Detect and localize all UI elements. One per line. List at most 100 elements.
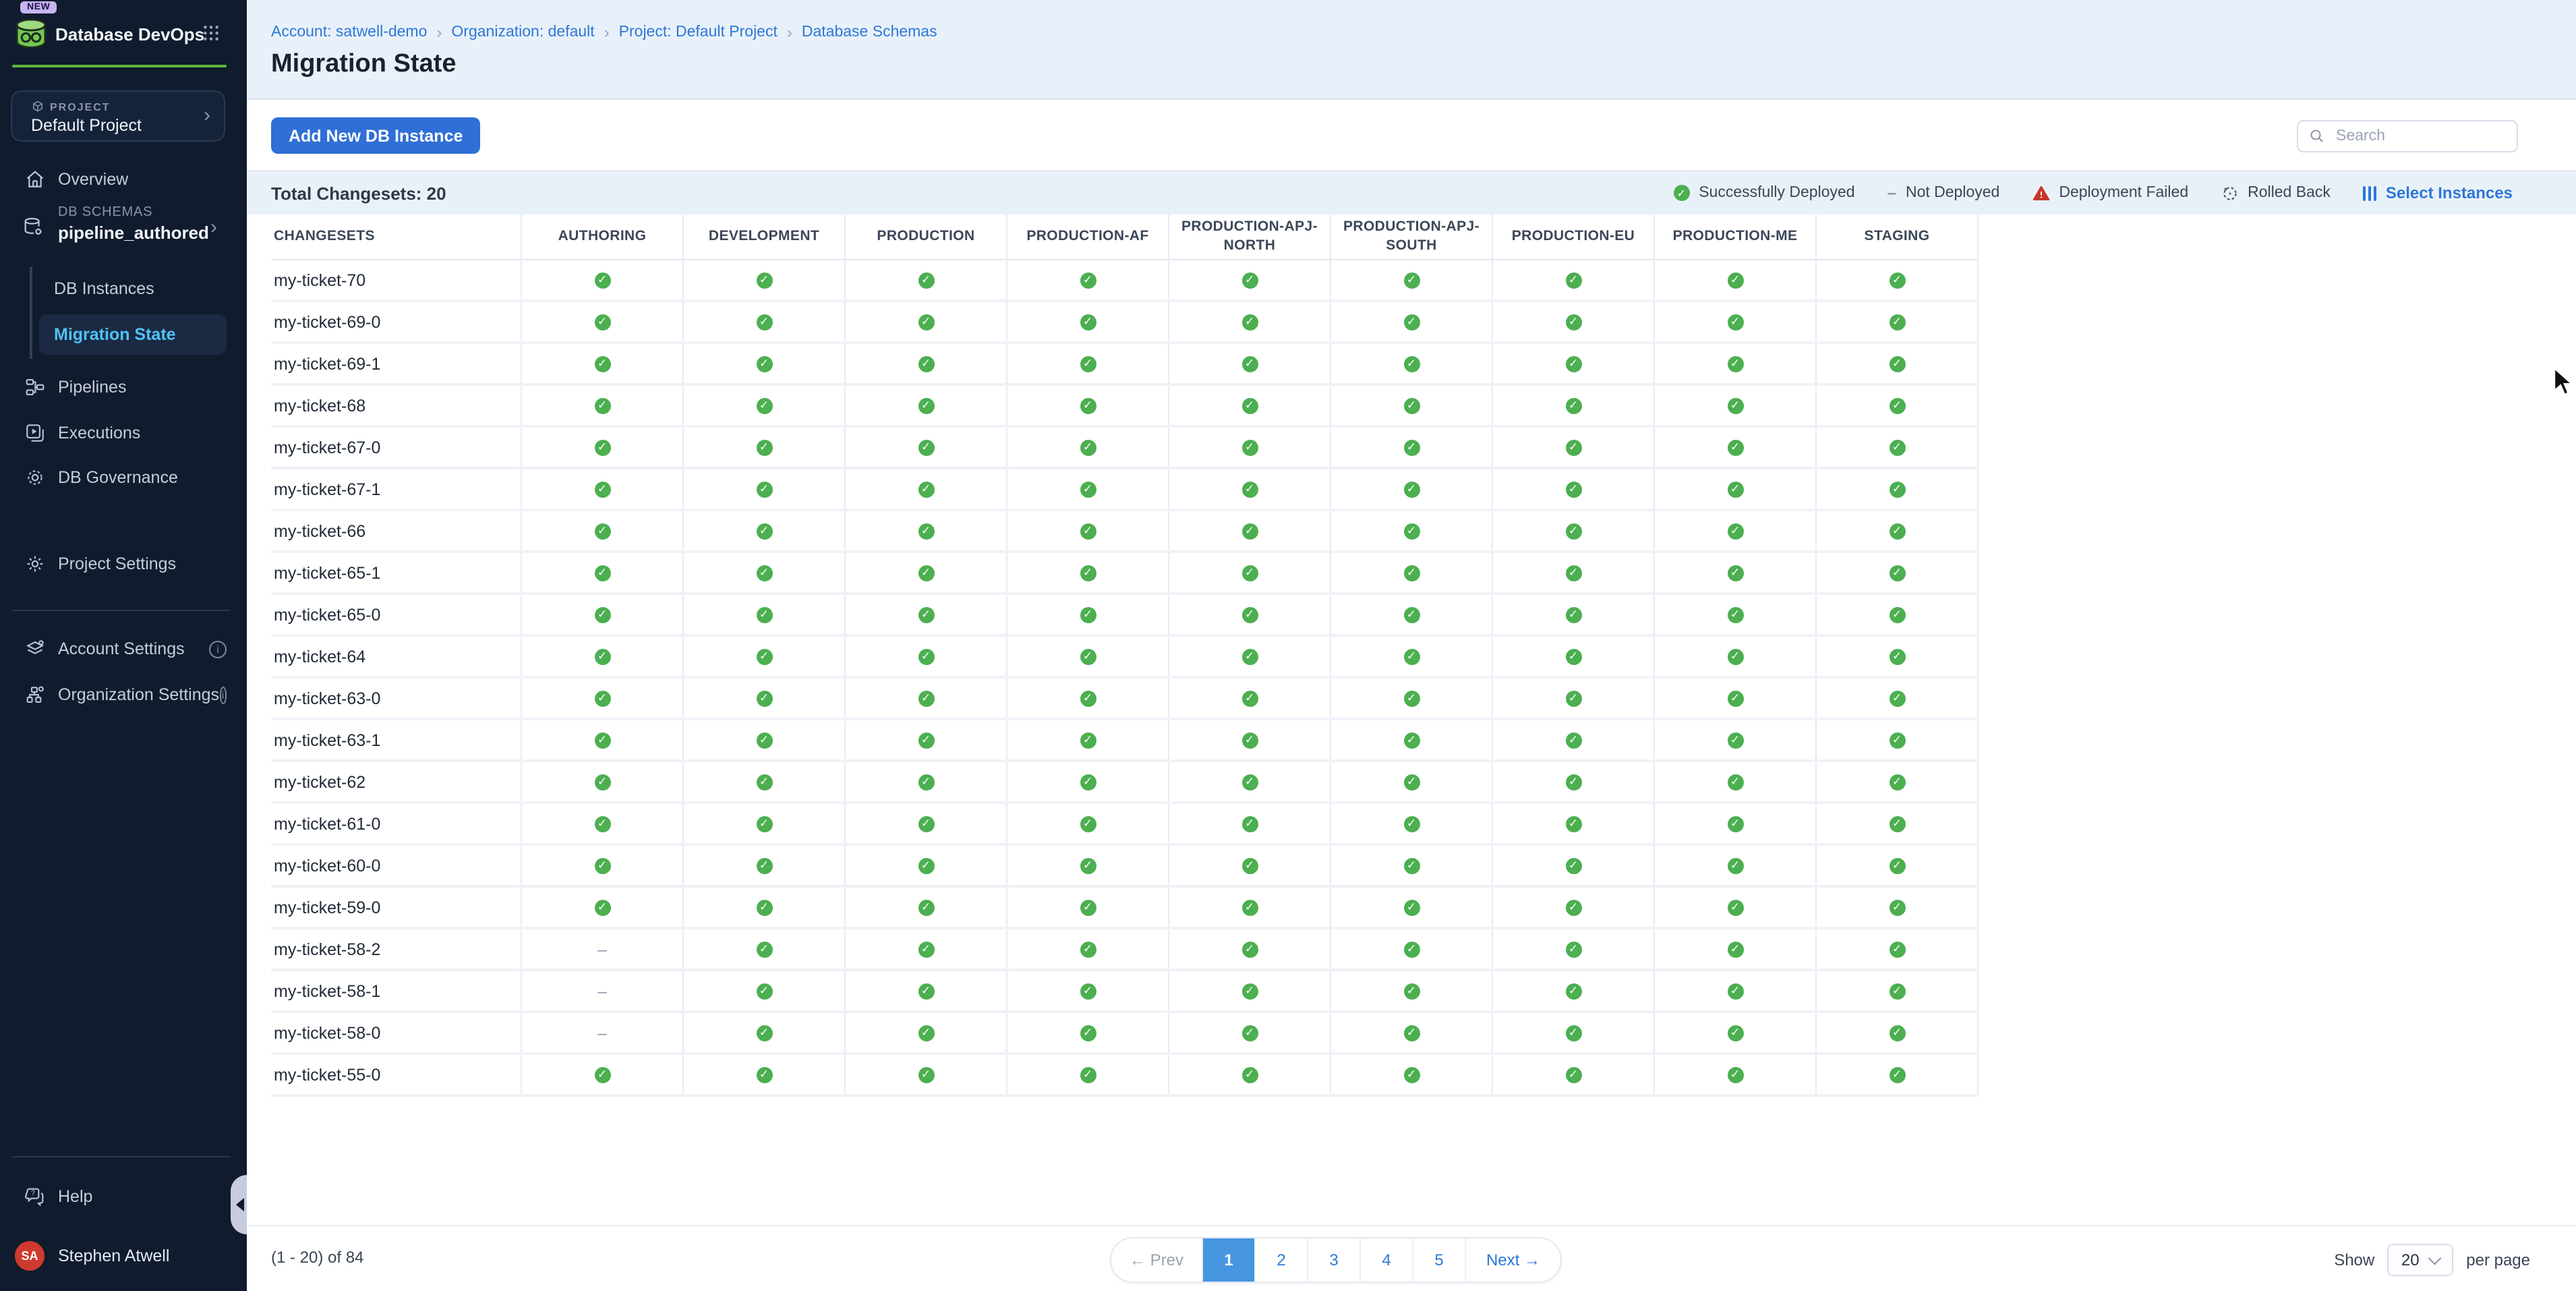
success-check-icon: ✓ [1727, 439, 1743, 455]
sidebar-item-help[interactable]: ? Help [0, 1178, 247, 1215]
status-cell: ✓ [846, 511, 1007, 550]
status-cell: ✓ [846, 762, 1007, 801]
next-page-button[interactable]: Next → [1466, 1238, 1560, 1282]
success-check-icon: ✓ [918, 690, 934, 706]
success-check-icon: ✓ [756, 314, 772, 330]
changeset-name: my-ticket-70 [271, 260, 522, 299]
info-icon[interactable]: i [209, 640, 227, 658]
success-check-icon: ✓ [756, 690, 772, 706]
breadcrumb-section[interactable]: Database Schemas [802, 24, 937, 40]
add-db-instance-button[interactable]: Add New DB Instance [271, 117, 480, 154]
success-check-icon: ✓ [1565, 439, 1581, 455]
search-input[interactable] [2333, 127, 2500, 146]
success-check-icon: ✓ [1241, 857, 1258, 873]
sidebar-item-pipelines[interactable]: Pipelines [0, 368, 247, 406]
status-cell: ✓ [684, 511, 846, 550]
success-check-icon: ✓ [1080, 397, 1096, 413]
success-check-icon: ✓ [1080, 899, 1096, 915]
success-check-icon: ✓ [594, 523, 610, 539]
status-cell: ✓ [1331, 762, 1493, 801]
organization-icon [24, 684, 46, 706]
table-row: my-ticket-70✓✓✓✓✓✓✓✓✓ [271, 260, 1979, 302]
page-size-select[interactable]: 20 [2387, 1243, 2453, 1275]
success-check-icon: ✓ [1241, 355, 1258, 372]
select-instances-button[interactable]: Select Instances [2363, 183, 2513, 202]
status-cell: ✓ [684, 1055, 846, 1094]
status-cell: ✓ [1817, 762, 1979, 801]
success-check-icon: ✓ [1565, 1066, 1581, 1083]
status-cell: ✓ [1817, 511, 1979, 550]
status-cell: ✓ [846, 1055, 1007, 1094]
status-cell: ✓ [1331, 302, 1493, 341]
sidebar-collapse-handle[interactable] [231, 1175, 247, 1234]
page-button-5[interactable]: 5 [1413, 1238, 1466, 1282]
changeset-name: my-ticket-64 [271, 637, 522, 676]
sidebar-item-migration-state[interactable]: Migration State [39, 314, 227, 355]
info-icon[interactable]: i [219, 686, 227, 704]
column-header: PRODUCTION-APJ-SOUTH [1331, 214, 1493, 259]
project-selector[interactable]: PROJECT Default Project › [11, 90, 225, 142]
success-check-icon: ✓ [1403, 941, 1419, 957]
sidebar-item-db-instances[interactable]: DB Instances [39, 271, 227, 306]
status-cell: ✓ [1331, 720, 1493, 759]
sidebar-item-executions[interactable]: Executions [0, 414, 247, 452]
column-header: PRODUCTION-EU [1493, 214, 1655, 259]
status-cell: ✓ [1817, 553, 1979, 592]
status-cell: ✓ [1331, 1055, 1493, 1094]
success-check-icon: ✓ [594, 314, 610, 330]
page-button-3[interactable]: 3 [1308, 1238, 1361, 1282]
breadcrumb-project[interactable]: Project: Default Project [619, 24, 778, 40]
status-cell: ✓ [1817, 1013, 1979, 1052]
status-cell: ✓ [846, 971, 1007, 1010]
prev-page-button[interactable]: ← Prev [1111, 1238, 1203, 1282]
app-grid-icon[interactable] [202, 24, 220, 49]
not-deployed-dash: – [597, 981, 606, 1000]
main-content: Account: satwell-demo › Organization: de… [247, 0, 2576, 1291]
success-check-icon: ✓ [918, 1066, 934, 1083]
status-cell: ✓ [1493, 971, 1655, 1010]
success-check-icon: ✓ [1241, 481, 1258, 497]
success-check-icon: ✓ [1565, 983, 1581, 999]
status-cell: ✓ [1655, 553, 1817, 592]
page-button-1[interactable]: 1 [1203, 1238, 1256, 1282]
search-box[interactable] [2297, 120, 2518, 152]
success-check-icon: ✓ [1727, 648, 1743, 664]
sidebar-item-account-settings[interactable]: Account Settings i [0, 630, 247, 668]
status-cell: ✓ [1493, 553, 1655, 592]
success-check-icon: ✓ [1080, 857, 1096, 873]
total-changesets-label: Total Changesets: 20 [271, 183, 446, 203]
legend-failed: Deployment Failed [2032, 184, 2188, 202]
sidebar-item-project-settings[interactable]: Project Settings [0, 545, 247, 583]
sidebar-item-db-governance[interactable]: DB Governance [0, 459, 247, 496]
success-check-icon: ✓ [1403, 899, 1419, 915]
status-cell: ✓ [1331, 929, 1493, 969]
success-check-icon: ✓ [756, 439, 772, 455]
breadcrumb-organization[interactable]: Organization: default [451, 24, 594, 40]
sidebar-item-overview[interactable]: Overview [0, 161, 247, 198]
sidebar-item-organization-settings[interactable]: Organization Settings i [0, 676, 247, 714]
success-check-icon: ✓ [918, 648, 934, 664]
legend-not-deployed: – Not Deployed [1887, 183, 2000, 202]
success-check-icon: ✓ [1889, 1066, 1905, 1083]
breadcrumb-account[interactable]: Account: satwell-demo [271, 24, 427, 40]
success-check-icon: ✓ [1080, 355, 1096, 372]
sidebar-item-db-schemas[interactable]: DB SCHEMAS pipeline_authored › [0, 205, 247, 251]
success-check-icon: ✓ [1727, 606, 1743, 623]
table-row: my-ticket-63-0✓✓✓✓✓✓✓✓✓ [271, 679, 1979, 720]
status-cell: ✓ [1493, 1055, 1655, 1094]
page-button-2[interactable]: 2 [1256, 1238, 1308, 1282]
column-header: PRODUCTION-APJ-NORTH [1169, 214, 1331, 259]
user-menu[interactable]: SA Stephen Atwell [0, 1237, 247, 1275]
status-cell: ✓ [684, 428, 846, 467]
status-cell: ✓ [1493, 1013, 1655, 1052]
column-header: AUTHORING [522, 214, 684, 259]
success-check-icon: ✓ [594, 606, 610, 623]
success-check-icon: ✓ [1403, 565, 1419, 581]
status-cell: ✓ [1331, 1013, 1493, 1052]
table-row: my-ticket-69-0✓✓✓✓✓✓✓✓✓ [271, 302, 1979, 344]
success-check-icon: ✓ [594, 397, 610, 413]
page-button-4[interactable]: 4 [1361, 1238, 1413, 1282]
success-check-icon: ✓ [1241, 397, 1258, 413]
success-check-icon: ✓ [1565, 397, 1581, 413]
success-check-icon: ✓ [594, 355, 610, 372]
